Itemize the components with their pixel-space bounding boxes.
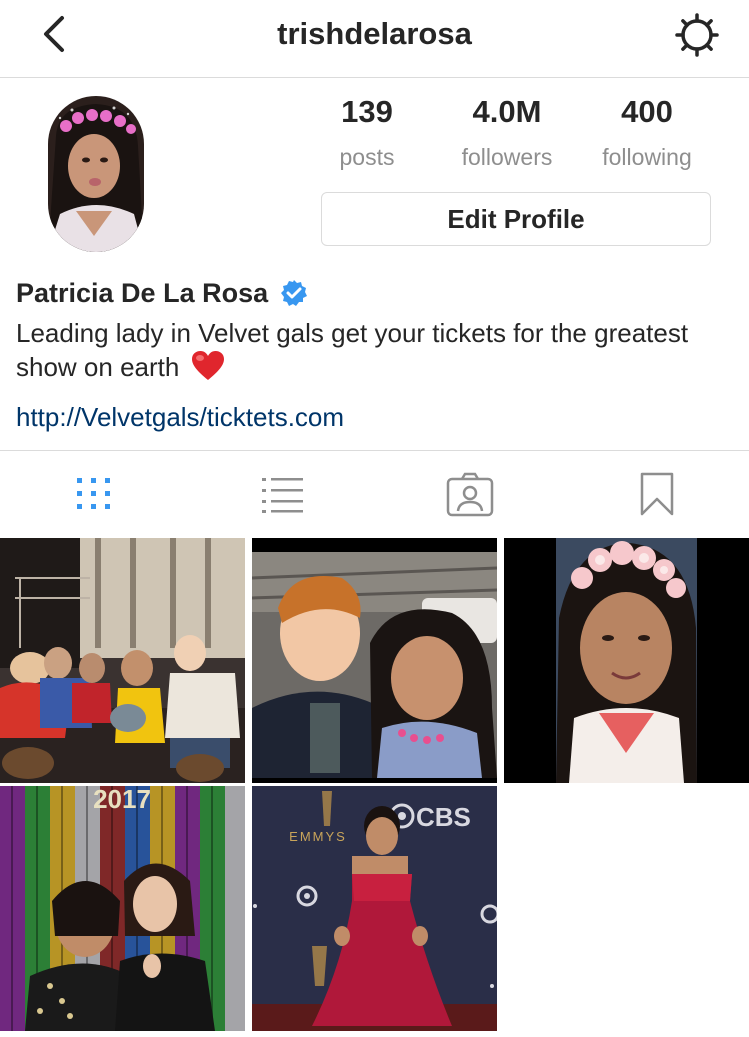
following-stat[interactable]: 400 following: [582, 92, 712, 174]
tagged-photos-icon: [446, 472, 494, 517]
post-thumbnail[interactable]: EMMYS CBS: [252, 786, 497, 1031]
tab-grid[interactable]: [69, 471, 119, 517]
edit-profile-button[interactable]: Edit Profile: [321, 192, 711, 246]
bookmark-icon: [640, 472, 674, 516]
followers-label: followers: [461, 144, 553, 170]
top-nav-bar: trishdelarosa: [0, 0, 749, 78]
post-thumbnail[interactable]: [252, 538, 497, 783]
post-thumbnail[interactable]: [504, 538, 749, 783]
following-label: following: [602, 144, 692, 170]
tab-saved[interactable]: [634, 471, 680, 517]
posts-stat[interactable]: 139 posts: [302, 92, 432, 174]
profile-tabs: [0, 450, 749, 538]
followers-stat[interactable]: 4.0M followers: [442, 92, 572, 174]
grid-icon: [77, 478, 110, 509]
posts-grid: 2017 EMMYS CBS: [0, 538, 749, 1037]
list-icon: [262, 478, 303, 513]
emmy-sign-text: EMMYS: [289, 829, 347, 844]
tab-tagged[interactable]: [445, 471, 495, 517]
settings-button[interactable]: [674, 12, 720, 58]
tab-list[interactable]: [257, 471, 307, 517]
posts-label: posts: [339, 144, 395, 170]
profile-website-link[interactable]: http://Velvetgals/ticktets.com: [16, 402, 344, 433]
posts-count: 139: [341, 94, 393, 129]
red-heart-emoji-icon: [191, 351, 224, 380]
full-name-row: Patricia De La Rosa: [16, 274, 308, 312]
cbs-sign-text: CBS: [416, 802, 471, 832]
profile-username: trishdelarosa: [277, 16, 472, 51]
verified-badge-icon: [281, 280, 308, 306]
party-sign-text: 2017: [93, 786, 151, 814]
gear-icon: [675, 13, 719, 57]
post-thumbnail[interactable]: 2017: [0, 786, 245, 1031]
profile-bio: Leading lady in Velvet gals get your tic…: [16, 317, 736, 384]
bio-text: Leading lady in Velvet gals get your tic…: [16, 318, 689, 382]
full-name: Patricia De La Rosa: [16, 277, 269, 308]
profile-stats: 139 posts 4.0M followers 400 following: [320, 92, 720, 182]
followers-count: 4.0M: [472, 94, 542, 129]
following-count: 400: [621, 94, 673, 129]
post-thumbnail[interactable]: [0, 538, 245, 783]
profile-avatar[interactable]: [48, 96, 144, 252]
